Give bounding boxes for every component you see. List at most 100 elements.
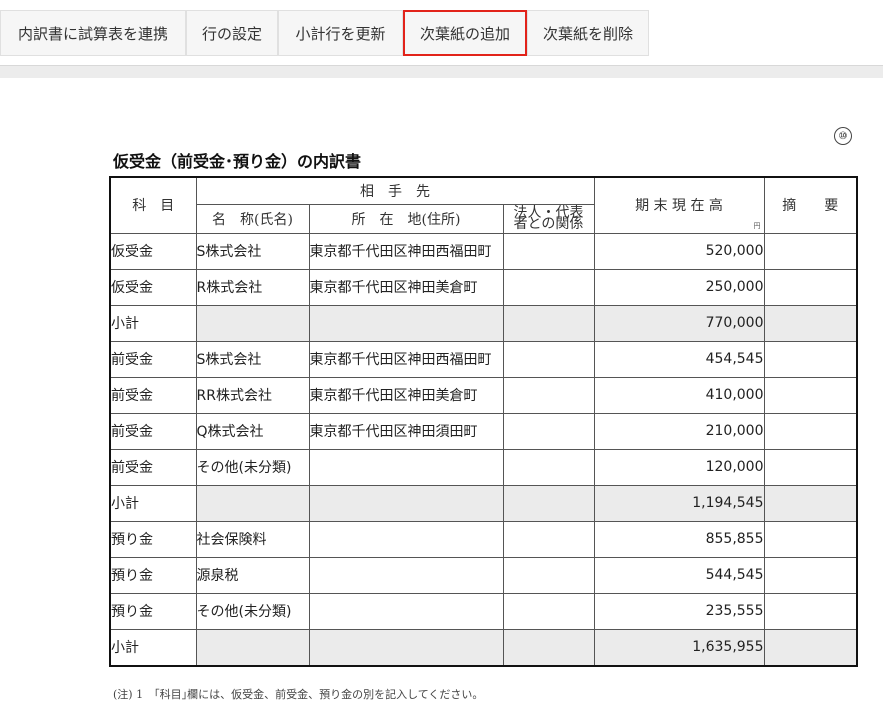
relation-cell[interactable] <box>502 592 595 630</box>
relation-cell[interactable] <box>502 628 595 666</box>
address-cell[interactable] <box>308 556 504 594</box>
header-counterparty: 相 手 先 <box>195 176 595 205</box>
relation-cell[interactable] <box>502 412 595 450</box>
address-cell[interactable]: 東京都千代田区神田西福田町 <box>308 340 504 378</box>
remarks-cell[interactable] <box>763 556 858 594</box>
amount-cell[interactable]: 855,855 <box>593 520 765 558</box>
address-cell[interactable] <box>308 592 504 630</box>
subject-cell[interactable]: 預り金 <box>109 592 197 630</box>
remarks-cell[interactable] <box>763 484 858 522</box>
address-cell[interactable] <box>308 628 504 666</box>
amount-cell[interactable]: 520,000 <box>593 232 765 270</box>
amount-cell[interactable]: 235,555 <box>593 592 765 630</box>
remarks-cell[interactable] <box>763 628 858 666</box>
add-next-sheet-button[interactable]: 次葉紙の追加 <box>403 10 527 56</box>
subject-cell[interactable]: 預り金 <box>109 556 197 594</box>
subtotal-row[interactable]: 小計 1,194,545 <box>109 484 858 522</box>
subject-cell[interactable]: 小計 <box>109 628 197 666</box>
header-unit: 円 <box>753 221 761 230</box>
amount-cell[interactable]: 210,000 <box>593 412 765 450</box>
name-cell[interactable]: S株式会社 <box>195 232 310 270</box>
header-balance: 期 末 現 在 高 円 <box>593 176 765 234</box>
table-row[interactable]: 前受金 Q株式会社 東京都千代田区神田須田町 210,000 <box>109 412 858 450</box>
remarks-cell[interactable] <box>763 268 858 306</box>
relation-cell[interactable] <box>502 268 595 306</box>
table-row[interactable]: 仮受金 S株式会社 東京都千代田区神田西福田町 520,000 <box>109 232 858 270</box>
relation-cell[interactable] <box>502 520 595 558</box>
remarks-cell[interactable] <box>763 376 858 414</box>
table-row[interactable]: 仮受金 R株式会社 東京都千代田区神田美倉町 250,000 <box>109 268 858 306</box>
relation-cell[interactable] <box>502 304 595 342</box>
relation-cell[interactable] <box>502 484 595 522</box>
relation-cell[interactable] <box>502 340 595 378</box>
amount-cell[interactable]: 120,000 <box>593 448 765 486</box>
table-row[interactable]: 前受金 S株式会社 東京都千代田区神田西福田町 454,545 <box>109 340 858 378</box>
amount-cell[interactable]: 1,194,545 <box>593 484 765 522</box>
name-cell[interactable]: 源泉税 <box>195 556 310 594</box>
subject-cell[interactable]: 小計 <box>109 304 197 342</box>
name-cell[interactable] <box>195 484 310 522</box>
name-cell[interactable]: S株式会社 <box>195 340 310 378</box>
amount-cell[interactable]: 770,000 <box>593 304 765 342</box>
update-subtotal-button[interactable]: 小計行を更新 <box>278 10 403 56</box>
table-row[interactable]: 前受金 RR株式会社 東京都千代田区神田美倉町 410,000 <box>109 376 858 414</box>
amount-cell[interactable]: 410,000 <box>593 376 765 414</box>
name-cell[interactable] <box>195 304 310 342</box>
address-cell[interactable] <box>308 304 504 342</box>
remarks-cell[interactable] <box>763 592 858 630</box>
name-cell[interactable]: Q株式会社 <box>195 412 310 450</box>
table-row[interactable]: 預り金 社会保険料 855,855 <box>109 520 858 558</box>
address-cell[interactable]: 東京都千代田区神田美倉町 <box>308 268 504 306</box>
relation-cell[interactable] <box>502 556 595 594</box>
form-title: 仮受金（前受金･預り金）の内訳書 <box>113 152 362 171</box>
table-row[interactable]: 預り金 源泉税 544,545 <box>109 556 858 594</box>
address-cell[interactable]: 東京都千代田区神田須田町 <box>308 412 504 450</box>
relation-cell[interactable] <box>502 448 595 486</box>
name-cell[interactable] <box>195 628 310 666</box>
relation-cell[interactable] <box>502 232 595 270</box>
amount-cell[interactable]: 544,545 <box>593 556 765 594</box>
subject-cell[interactable]: 前受金 <box>109 376 197 414</box>
subject-cell[interactable]: 前受金 <box>109 412 197 450</box>
subject-cell[interactable]: 仮受金 <box>109 268 197 306</box>
name-cell[interactable]: その他(未分類) <box>195 592 310 630</box>
header-name: 名 称(氏名) <box>195 203 310 234</box>
subtotal-row[interactable]: 小計 770,000 <box>109 304 858 342</box>
remarks-cell[interactable] <box>763 448 858 486</box>
header-balance-label: 期 末 現 在 高 <box>635 198 723 215</box>
subject-cell[interactable]: 小計 <box>109 484 197 522</box>
subject-cell[interactable]: 前受金 <box>109 340 197 378</box>
address-cell[interactable] <box>308 448 504 486</box>
name-cell[interactable]: 社会保険料 <box>195 520 310 558</box>
form-number-badge: ⑩ <box>834 127 852 145</box>
amount-cell[interactable]: 250,000 <box>593 268 765 306</box>
address-cell[interactable] <box>308 484 504 522</box>
row-settings-button[interactable]: 行の設定 <box>186 10 278 56</box>
amount-cell[interactable]: 454,545 <box>593 340 765 378</box>
relation-cell[interactable] <box>502 376 595 414</box>
remarks-cell[interactable] <box>763 340 858 378</box>
name-cell[interactable]: RR株式会社 <box>195 376 310 414</box>
footnote: (注) 1 ｢科目｣欄には、仮受金、前受金、預り金の別を記入してください。 <box>113 688 484 701</box>
remarks-cell[interactable] <box>763 304 858 342</box>
subject-cell[interactable]: 仮受金 <box>109 232 197 270</box>
header-subject: 科 目 <box>109 176 197 234</box>
address-cell[interactable] <box>308 520 504 558</box>
remarks-cell[interactable] <box>763 520 858 558</box>
address-cell[interactable]: 東京都千代田区神田西福田町 <box>308 232 504 270</box>
subject-cell[interactable]: 預り金 <box>109 520 197 558</box>
subtotal-row[interactable]: 小計 1,635,955 <box>109 628 858 666</box>
amount-cell[interactable]: 1,635,955 <box>593 628 765 666</box>
table-row[interactable]: 前受金 その他(未分類) 120,000 <box>109 448 858 486</box>
subject-cell[interactable]: 前受金 <box>109 448 197 486</box>
address-cell[interactable]: 東京都千代田区神田美倉町 <box>308 376 504 414</box>
delete-next-sheet-button[interactable]: 次葉紙を削除 <box>527 10 649 56</box>
remarks-cell[interactable] <box>763 232 858 270</box>
link-trial-balance-button[interactable]: 内訳書に試算表を連携 <box>0 10 186 56</box>
remarks-cell[interactable] <box>763 412 858 450</box>
name-cell[interactable]: その他(未分類) <box>195 448 310 486</box>
header-address: 所 在 地(住所) <box>308 203 504 234</box>
toolbar-divider <box>0 65 883 78</box>
table-row[interactable]: 預り金 その他(未分類) 235,555 <box>109 592 858 630</box>
name-cell[interactable]: R株式会社 <box>195 268 310 306</box>
